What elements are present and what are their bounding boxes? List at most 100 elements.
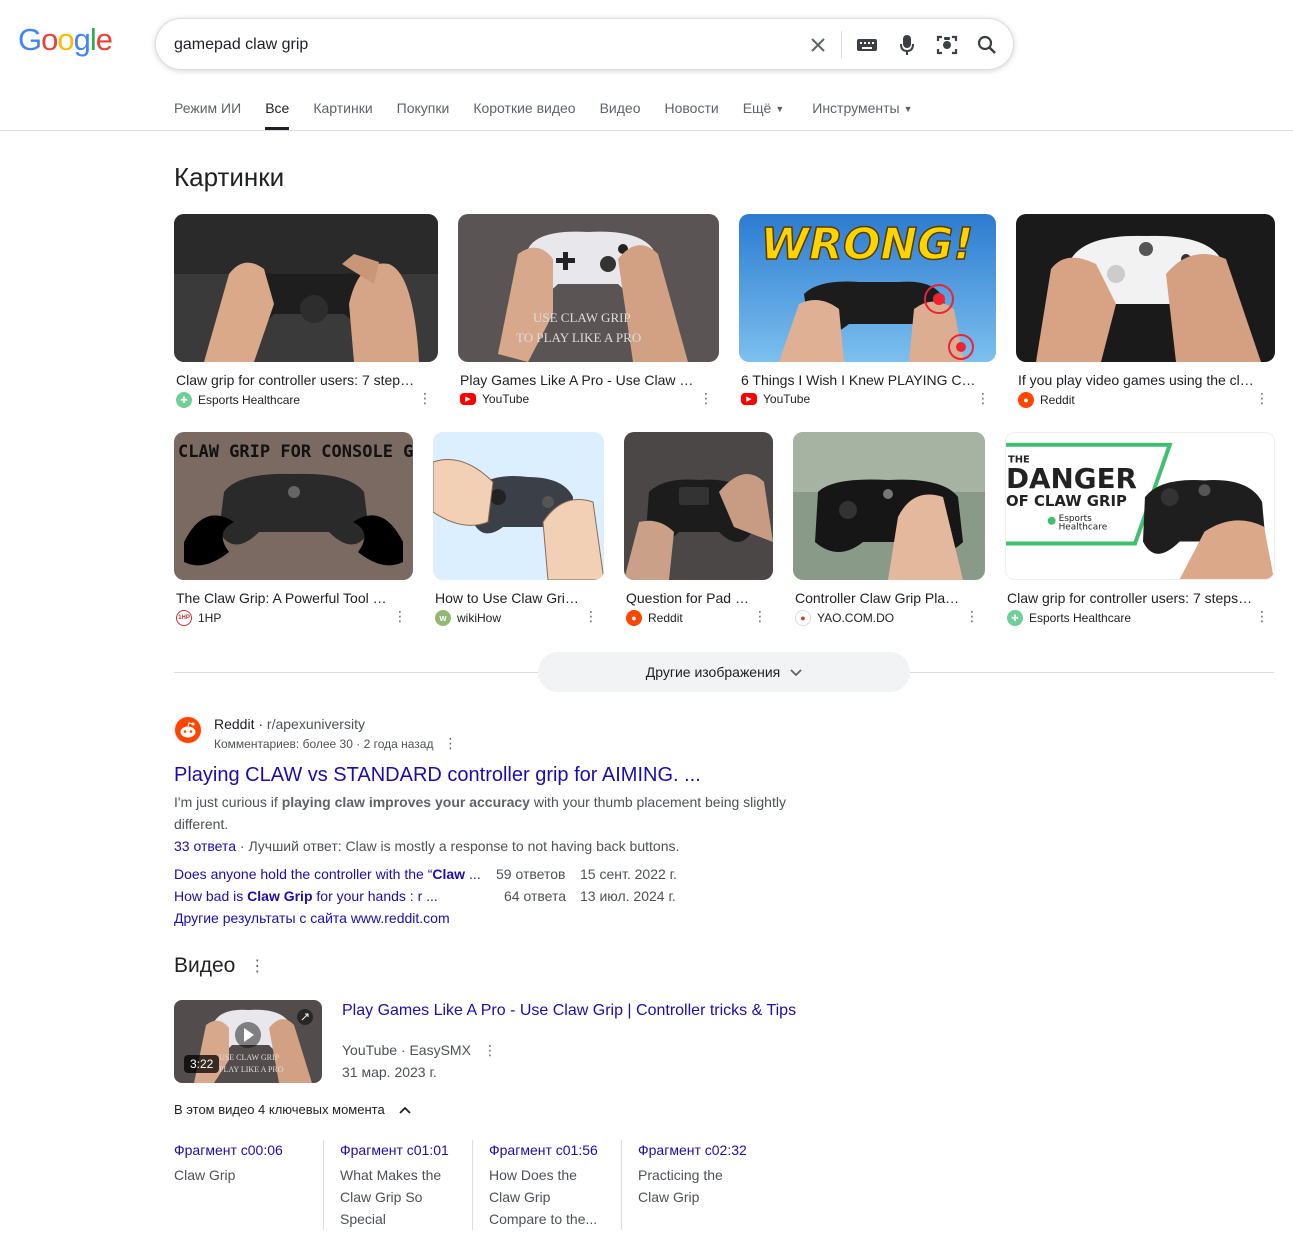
image-result[interactable]: CLAW GRIP FOR CONSOLE GAME The Claw Grip… — [174, 432, 413, 626]
more-options-icon[interactable]: ⋮ — [443, 735, 457, 752]
image-title[interactable]: 6 Things I Wish I Knew PLAYING CLAW ... — [739, 372, 976, 388]
tab-news[interactable]: Новости — [664, 100, 718, 130]
tab-all[interactable]: Все — [265, 100, 290, 130]
web-result: Reddit · r/apexuniversity Комментариев: … — [174, 716, 814, 929]
key-moment[interactable]: Фрагмент с00:06 Claw Grip — [174, 1140, 323, 1230]
more-options-icon[interactable]: ⋮ — [1255, 609, 1269, 623]
result-site-row[interactable]: Reddit · r/apexuniversity Комментариев: … — [174, 716, 814, 752]
video-source-name: YouTube — [342, 1042, 398, 1058]
image-result[interactable]: If you play video games using the claw .… — [1016, 214, 1275, 408]
image-result[interactable]: Controller Claw Grip Plastic ... ● YAO.C… — [793, 432, 985, 626]
more-options-icon[interactable]: ⋮ — [418, 391, 432, 405]
result-title-link[interactable]: Playing CLAW vs STANDARD controller grip… — [174, 764, 814, 787]
result-site-name: Reddit · r/apexuniversity — [214, 716, 365, 732]
image-result[interactable]: Claw grip for controller users: 7 steps … — [174, 214, 438, 408]
image-title[interactable]: Controller Claw Grip Plastic ... — [793, 590, 965, 606]
thumbnail-overlay-text: CLAW GRIP FOR CONSOLE GAME — [178, 442, 413, 462]
image-result[interactable]: Question for Pad Players ... ● Reddit ⋮ — [624, 432, 773, 626]
image-result[interactable]: WRONG! 6 Things I Wish I Knew PLAYING CL… — [739, 214, 996, 406]
key-moment-time[interactable]: Фрагмент с02:32 — [638, 1140, 754, 1160]
google-logo[interactable]: Google — [18, 22, 113, 57]
sub-link-count: 59 ответов — [496, 866, 566, 882]
image-result[interactable]: THE DANGER OF CLAW GRIP Esports Healthcare C… — [1005, 432, 1275, 626]
reddit-icon: ● — [1018, 392, 1034, 408]
more-options-icon[interactable]: ⋮ — [249, 956, 265, 976]
search-icon[interactable] — [974, 32, 1000, 58]
tab-short-videos[interactable]: Короткие видео — [473, 100, 575, 130]
more-options-icon[interactable]: ⋮ — [976, 391, 990, 405]
sub-link-count: 64 ответа — [504, 888, 566, 904]
more-options-icon[interactable]: ⋮ — [584, 609, 598, 623]
key-moment[interactable]: Фрагмент с02:32 Practicing the Claw Grip — [621, 1140, 770, 1230]
image-thumbnail[interactable] — [793, 432, 985, 580]
image-title[interactable]: Play Games Like A Pro - Use Claw Grip ..… — [458, 372, 699, 388]
tab-tools[interactable]: Инструменты ▼ — [812, 100, 912, 130]
answers-link[interactable]: 33 ответа — [174, 838, 236, 854]
key-moment[interactable]: Фрагмент с01:56 How Does the Claw Grip C… — [472, 1140, 621, 1230]
key-moments-toggle[interactable]: В этом видео 4 ключевых момента — [174, 1102, 411, 1117]
sub-link-row: How bad is Claw Grip for your hands : r … — [174, 885, 814, 907]
images-section-title: Картинки — [174, 162, 285, 192]
image-result[interactable]: How to Use Claw Grip on ... w wikiHow ⋮ — [433, 432, 604, 626]
image-source: ✚ Esports Healthcare ⋮ — [174, 391, 438, 408]
wikihow-icon: w — [435, 610, 451, 626]
image-thumbnail[interactable]: THE DANGER OF CLAW GRIP Esports Healthcare — [1005, 432, 1275, 580]
image-result[interactable]: USE CLAW GRIP TO PLAY LIKE A PRO Play Gam… — [458, 214, 719, 406]
video-title-link[interactable]: Play Games Like A Pro - Use Claw Grip | … — [342, 1002, 796, 1020]
image-source: w wikiHow ⋮ — [433, 609, 604, 626]
tab-videos[interactable]: Видео — [600, 100, 641, 130]
thumbnail-overlay-text: TO PLAY LIKE A PRO — [516, 330, 641, 345]
more-options-icon[interactable]: ⋮ — [699, 391, 713, 405]
tab-images[interactable]: Картинки — [313, 100, 372, 130]
image-title[interactable]: The Claw Grip: A Powerful Tool Or ... — [174, 590, 393, 606]
image-title[interactable]: Claw grip for controller users: 7 steps … — [1005, 590, 1255, 606]
image-thumbnail[interactable]: WRONG! — [739, 214, 996, 362]
tab-more[interactable]: Ещё ▼ — [743, 100, 785, 130]
microphone-icon[interactable] — [894, 32, 920, 58]
sub-link[interactable]: Does anyone hold the controller with the… — [174, 863, 496, 885]
tab-label: Инструменты — [812, 100, 900, 116]
source-name: YAO.COM.DO — [817, 611, 895, 625]
clear-icon[interactable] — [805, 32, 831, 58]
more-options-icon[interactable]: ⋮ — [1255, 391, 1269, 405]
lens-camera-icon[interactable] — [934, 32, 960, 58]
more-from-site-link[interactable]: Другие результаты с сайта www.reddit.com — [174, 907, 814, 929]
tab-label: Видео — [599, 100, 641, 116]
sub-link[interactable]: How bad is Claw Grip for your hands : r … — [174, 885, 496, 907]
image-thumbnail[interactable] — [433, 432, 604, 580]
tab-shopping[interactable]: Покупки — [397, 100, 450, 130]
key-moment[interactable]: Фрагмент с01:01 What Makes the Claw Grip… — [323, 1140, 472, 1230]
more-images-button[interactable]: Другие изображения — [538, 652, 910, 692]
image-source: ● YAO.COM.DO ⋮ — [793, 609, 985, 626]
image-thumbnail[interactable]: CLAW GRIP FOR CONSOLE GAME — [174, 432, 413, 580]
key-moment-desc: Claw Grip — [174, 1167, 236, 1183]
image-thumbnail[interactable] — [1016, 214, 1275, 362]
search-input[interactable] — [174, 31, 774, 59]
image-title[interactable]: Claw grip for controller users: 7 steps … — [174, 372, 418, 388]
image-source: ● Reddit ⋮ — [1016, 391, 1275, 408]
image-source: 1HP 1HP ⋮ — [174, 609, 413, 626]
key-moment-time[interactable]: Фрагмент с00:06 — [174, 1140, 307, 1160]
site-path: r/apexuniversity — [266, 716, 365, 732]
videos-title-text: Видео — [174, 954, 236, 977]
best-answer-text: · Лучший ответ: Claw is mostly a respons… — [236, 838, 680, 854]
video-thumbnail[interactable]: USE CLAW GRIP PLAY LIKE A PRO 3:22 — [174, 1000, 322, 1083]
image-title[interactable]: If you play video games using the claw .… — [1016, 372, 1255, 388]
key-moment-time[interactable]: Фрагмент с01:56 — [489, 1140, 605, 1160]
more-options-icon[interactable]: ⋮ — [753, 609, 767, 623]
image-source: ▶ YouTube ⋮ — [458, 391, 719, 406]
key-moment-time[interactable]: Фрагмент с01:01 — [340, 1140, 456, 1160]
more-options-icon[interactable]: ⋮ — [965, 609, 979, 623]
image-title[interactable]: Question for Pad Players ... — [624, 590, 753, 606]
image-thumbnail[interactable] — [174, 214, 438, 362]
image-thumbnail[interactable]: USE CLAW GRIP TO PLAY LIKE A PRO — [458, 214, 719, 362]
more-options-icon[interactable]: ⋮ — [483, 1042, 497, 1059]
logo-letter: G — [18, 22, 42, 57]
sub-link-highlight: Claw Grip — [247, 888, 313, 904]
image-title[interactable]: How to Use Claw Grip on ... — [433, 590, 584, 606]
tab-ai-mode[interactable]: Режим ИИ — [174, 100, 241, 130]
more-options-icon[interactable]: ⋮ — [393, 609, 407, 623]
image-thumbnail[interactable] — [624, 432, 773, 580]
keyboard-icon[interactable] — [854, 32, 880, 58]
tab-label: Короткие видео — [473, 100, 576, 116]
